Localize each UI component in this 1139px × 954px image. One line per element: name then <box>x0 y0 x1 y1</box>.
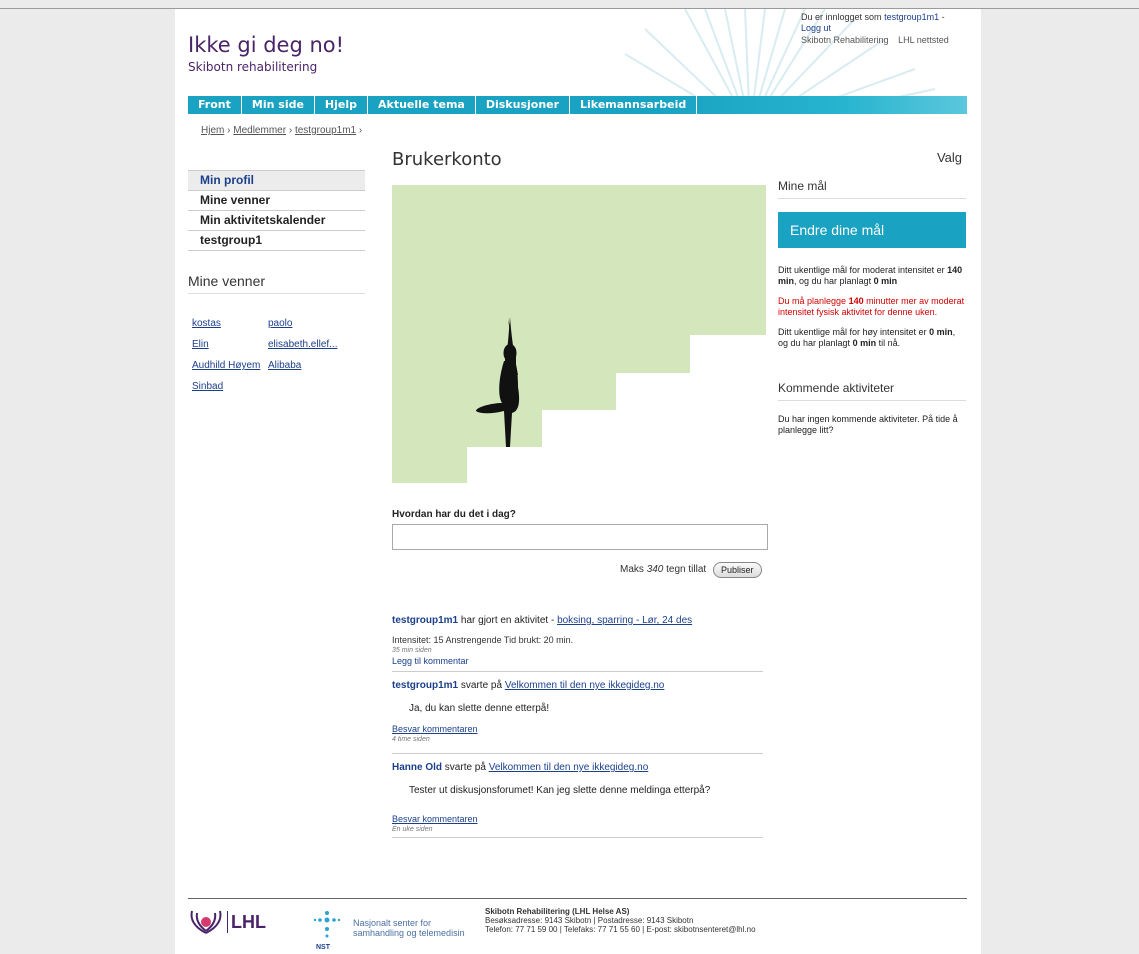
valg-link[interactable]: Valg <box>937 150 962 165</box>
page-title: Brukerkonto <box>392 149 502 170</box>
friend-link[interactable]: Alibaba <box>268 360 301 371</box>
nav-item-front[interactable]: Front <box>188 96 242 114</box>
feed-user[interactable]: testgroup1m1 <box>392 680 458 691</box>
feed-quote: Tester ut diskusjonsforumet! Kan jeg sle… <box>409 785 711 796</box>
friend-link[interactable]: paolo <box>268 318 292 329</box>
change-goals-button[interactable]: Endre dine mål <box>778 212 966 248</box>
status-input[interactable] <box>392 524 768 550</box>
max-prefix: Maks <box>620 564 644 575</box>
site-link-lhl[interactable]: LHL nettsted <box>898 35 949 45</box>
left-nav-min-profil[interactable]: Min profil <box>188 170 365 191</box>
username-link[interactable]: testgroup1m1 <box>884 12 939 22</box>
upcoming-text: Du har ingen kommende aktiviteter. På ti… <box>778 414 958 435</box>
friend-link[interactable]: kostas <box>192 318 221 329</box>
right-sidebar: Mine mål Endre dine mål Ditt ukentlige m… <box>778 179 966 436</box>
status-question: Hvordan har du det i dag? <box>392 509 516 520</box>
left-nav-aktivitetskalender[interactable]: Min aktivitetskalender <box>188 211 365 231</box>
nst-text: Nasjonalt senter for samhandling og tele… <box>353 918 465 938</box>
max-chars: Maks 340 tegn tillat <box>620 564 706 575</box>
add-comment-link[interactable]: Legg til kommentar <box>392 656 763 666</box>
breadcrumb-medlemmer[interactable]: Medlemmer <box>233 125 286 136</box>
breadcrumb-user[interactable]: testgroup1m1 <box>295 125 356 136</box>
logout-link[interactable]: Logg ut <box>801 23 831 33</box>
feed-time: 4 time siden <box>392 736 430 743</box>
max-count: 340 <box>646 564 664 575</box>
feed-user[interactable]: testgroup1m1 <box>392 615 458 626</box>
breadcrumb-hjem[interactable]: Hjem <box>201 125 224 136</box>
stairs-illustration <box>392 185 766 483</box>
high-goal-text: Ditt ukentlige mål for høy intensitet er… <box>778 327 956 348</box>
feed-link[interactable]: boksing, sparring - Lør, 24 des <box>557 615 692 626</box>
logged-in-prefix: Du er innlogget som <box>801 12 882 22</box>
feed-time: Én uke siden <box>392 826 433 833</box>
lhl-logo-text: LHL <box>231 912 266 932</box>
footer-addr-line: Besøksadresse: 9143 Skibotn | Postadress… <box>485 916 694 925</box>
activity-feed: testgroup1m1 har gjort en aktivitet - bo… <box>392 615 763 838</box>
nav-item-aktuelle-tema[interactable]: Aktuelle tema <box>368 96 476 114</box>
feed-action: har gjort en aktivitet - <box>460 615 555 626</box>
friend-link[interactable]: Elin <box>192 339 209 350</box>
friend-link[interactable]: Audhild Høyem <box>192 360 260 371</box>
feed-detail: Intensitet: 15 Anstrengende Tid brukt: 2… <box>392 635 574 645</box>
max-suffix: tegn tillat <box>666 564 707 575</box>
main-nav: Front Min side Hjelp Aktuelle tema Disku… <box>188 96 967 114</box>
nav-item-hjelp[interactable]: Hjelp <box>315 96 369 114</box>
friend-link[interactable]: elisabeth.ellef... <box>268 339 338 350</box>
reply-link[interactable]: Besvar kommentaren <box>392 814 763 824</box>
breadcrumb: Hjem › Medlemmer › testgroup1m1 › <box>201 125 362 136</box>
goals-heading: Mine mål <box>778 179 966 199</box>
publish-button[interactable]: Publiser <box>713 562 762 578</box>
breadcrumb-sep: › <box>358 125 363 136</box>
feed-entry: testgroup1m1 svarte på Velkommen til den… <box>392 680 763 754</box>
footer: LHL NST Nasjonalt senter for samhandling… <box>188 898 967 951</box>
reply-link[interactable]: Besvar kommentaren <box>392 724 763 734</box>
feed-entry: testgroup1m1 har gjort en aktivitet - bo… <box>392 615 763 672</box>
footer-address: Skibotn Rehabilitering (LHL Helse AS) Be… <box>485 907 756 934</box>
page-container: Ikke gi deg no! Skibotn rehabilitering D… <box>175 9 981 954</box>
feed-time: 35 min siden <box>392 647 432 654</box>
dash: - <box>941 12 945 22</box>
alert-text: Du må planlegge 140 minutter mer av mode… <box>778 296 965 317</box>
left-nav-group[interactable]: testgroup1 <box>188 231 365 251</box>
site-subtitle: Skibotn rehabilitering <box>188 60 318 74</box>
moderate-goal-text: Ditt ukentlige mål for moderat intensite… <box>778 265 963 286</box>
nav-item-min-side[interactable]: Min side <box>242 96 315 114</box>
logo-divider <box>227 911 228 933</box>
left-nav: Min profil Mine venner Min aktivitetskal… <box>188 170 365 251</box>
footer-org: Skibotn Rehabilitering (LHL Helse AS) <box>485 907 630 916</box>
feed-user[interactable]: Hanne Old <box>392 762 442 773</box>
footer-contact: Telefon: 77 71 59 00 | Telefaks: 77 71 5… <box>485 925 756 934</box>
nav-gradient <box>656 96 967 114</box>
nav-item-diskusjoner[interactable]: Diskusjoner <box>476 96 571 114</box>
breadcrumb-sep: › <box>227 125 231 136</box>
site-title: Ikke gi deg no! <box>188 33 345 57</box>
user-bar: Du er innlogget som testgroup1m1 - Logg … <box>801 12 956 46</box>
nst-logo-icon <box>313 911 341 938</box>
feed-link[interactable]: Velkommen til den nye ikkegideg.no <box>505 680 665 691</box>
feed-entry: Hanne Old svarte på Velkommen til den ny… <box>392 762 763 838</box>
breadcrumb-sep: › <box>288 125 293 136</box>
upcoming-heading: Kommende aktiviteter <box>778 381 966 401</box>
site-logo[interactable]: Ikke gi deg no! Skibotn rehabilitering <box>188 33 344 74</box>
nav-item-likemannsarbeid[interactable]: Likemannsarbeid <box>570 96 698 114</box>
nst-label: NST <box>316 944 330 951</box>
friends-heading: Mine venner <box>188 273 365 294</box>
feed-action: svarte på <box>444 762 486 773</box>
lhl-logo-icon <box>190 910 222 934</box>
site-link-skibotn[interactable]: Skibotn Rehabilitering <box>801 35 889 45</box>
feed-action: svarte på <box>460 680 503 691</box>
left-nav-mine-venner[interactable]: Mine venner <box>188 191 365 211</box>
feed-link[interactable]: Velkommen til den nye ikkegideg.no <box>489 762 649 773</box>
friend-link[interactable]: Sinbad <box>192 381 223 392</box>
feed-quote: Ja, du kan slette denne etterpå! <box>409 703 550 714</box>
